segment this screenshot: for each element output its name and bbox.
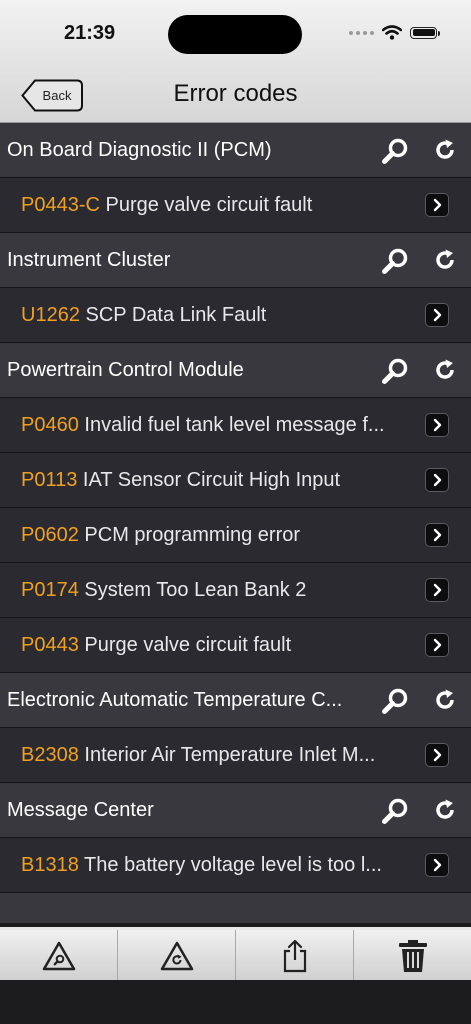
section-title: On Board Diagnostic II (PCM) — [7, 139, 272, 161]
error-code-row[interactable]: U1262 SCP Data Link Fault — [0, 288, 471, 343]
page-title: Error codes — [173, 80, 298, 107]
error-description: System Too Lean Bank 2 — [84, 579, 307, 601]
error-code: B1318 — [21, 854, 79, 876]
section-header: Powertrain Control Module — [0, 343, 471, 398]
error-code: P0443-C — [21, 194, 100, 216]
chevron-right-icon[interactable] — [425, 633, 449, 657]
share-button[interactable] — [236, 930, 354, 982]
trash-icon — [398, 940, 427, 972]
error-description: Interior Air Temperature Inlet M... — [84, 744, 376, 766]
signal-icon — [349, 30, 374, 35]
section-title: Powertrain Control Module — [7, 359, 244, 381]
chevron-right-icon[interactable] — [425, 413, 449, 437]
error-code: P0174 — [21, 579, 79, 601]
section-header: Instrument Cluster — [0, 233, 471, 288]
search-icon[interactable] — [381, 357, 409, 385]
search-icon[interactable] — [381, 797, 409, 825]
refresh-errors-button[interactable] — [118, 930, 236, 982]
error-description: Purge valve circuit fault — [105, 194, 313, 216]
search-icon[interactable] — [381, 687, 409, 715]
refresh-icon[interactable] — [433, 798, 457, 822]
navigation-bar: 21:39 Back Error codes — [0, 0, 471, 123]
section-header: Electronic Automatic Temperature C... — [0, 673, 471, 728]
section-header: On Board Diagnostic II (PCM) — [0, 123, 471, 178]
warning-triangle-search-icon — [42, 941, 75, 971]
bottom-toolbar — [0, 927, 471, 982]
delete-button[interactable] — [354, 930, 471, 982]
error-code: U1262 — [21, 304, 80, 326]
error-code-row[interactable]: B1318 The battery voltage level is too l… — [0, 838, 471, 893]
chevron-right-icon[interactable] — [425, 853, 449, 877]
error-code: P0602 — [21, 524, 79, 546]
error-code-row[interactable]: P0460 Invalid fuel tank level message f.… — [0, 398, 471, 453]
refresh-icon[interactable] — [433, 358, 457, 382]
status-icons — [349, 25, 440, 40]
search-icon[interactable] — [381, 247, 409, 275]
error-code: P0443 — [21, 634, 79, 656]
dynamic-island — [168, 15, 302, 54]
search-icon[interactable] — [381, 137, 409, 165]
chevron-right-icon[interactable] — [425, 193, 449, 217]
error-code-row[interactable]: P0443-C Purge valve circuit fault — [0, 178, 471, 233]
error-description: SCP Data Link Fault — [85, 304, 267, 326]
section-title: Instrument Cluster — [7, 249, 171, 271]
refresh-icon[interactable] — [433, 138, 457, 162]
warning-triangle-refresh-icon — [160, 941, 193, 971]
error-code: P0460 — [21, 414, 79, 436]
error-code-row[interactable]: P0443 Purge valve circuit fault — [0, 618, 471, 673]
error-code: B2308 — [21, 744, 79, 766]
battery-icon — [410, 26, 440, 39]
error-description: Purge valve circuit fault — [84, 634, 292, 656]
error-description: PCM programming error — [84, 524, 301, 546]
error-description: Invalid fuel tank level message f... — [84, 414, 385, 436]
chevron-right-icon[interactable] — [425, 743, 449, 767]
status-time: 21:39 — [64, 22, 116, 44]
section-header-partial — [0, 893, 471, 923]
scan-errors-button[interactable] — [0, 930, 118, 982]
error-code-row[interactable]: P0602 PCM programming error — [0, 508, 471, 563]
chevron-right-icon[interactable] — [425, 303, 449, 327]
home-indicator-area — [0, 980, 471, 1024]
section-title: Message Center — [7, 799, 154, 821]
error-description: The battery voltage level is too l... — [84, 854, 382, 876]
error-code-row[interactable]: P0174 System Too Lean Bank 2 — [0, 563, 471, 618]
section-title: Electronic Automatic Temperature C... — [7, 689, 343, 711]
chevron-right-icon[interactable] — [425, 468, 449, 492]
error-code-row[interactable]: B2308 Interior Air Temperature Inlet M..… — [0, 728, 471, 783]
error-code: P0113 — [21, 469, 78, 491]
chevron-right-icon[interactable] — [425, 578, 449, 602]
refresh-icon[interactable] — [433, 248, 457, 272]
refresh-icon[interactable] — [433, 688, 457, 712]
wifi-icon — [382, 25, 402, 40]
chevron-right-icon[interactable] — [425, 523, 449, 547]
section-header: Message Center — [0, 783, 471, 838]
share-icon — [283, 939, 306, 973]
error-description: IAT Sensor Circuit High Input — [82, 469, 341, 491]
error-code-row[interactable]: P0113 IAT Sensor Circuit High Input — [0, 453, 471, 508]
error-code-list: On Board Diagnostic II (PCM) P0443-C Pur… — [0, 123, 471, 923]
